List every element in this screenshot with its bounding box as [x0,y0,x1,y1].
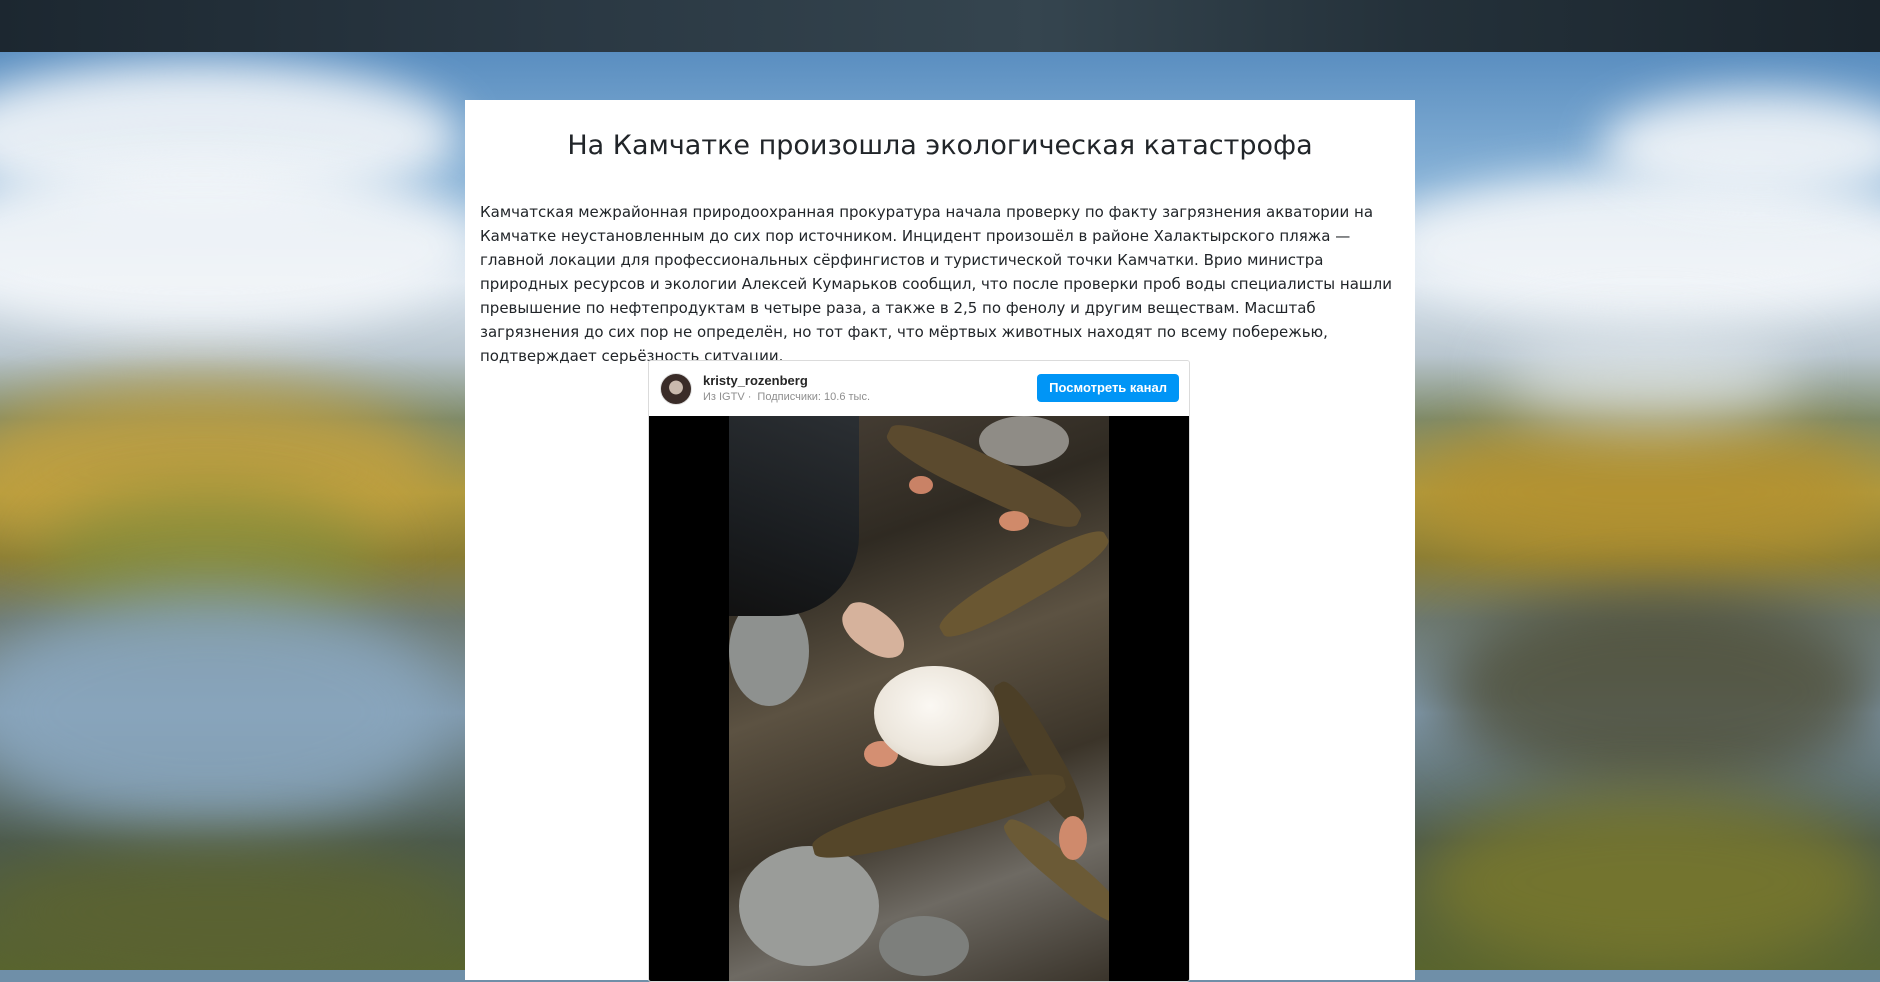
embed-source: Из IGTV · [703,391,752,403]
article-body: Камчатская межрайонная природоохранная п… [480,203,1392,365]
video-frame [729,416,1109,981]
article-card: На Камчатке произошла экологическая ката… [465,100,1415,982]
embed-header: kristy_rozenberg Из IGTV · Подписчики: 10… [649,361,1189,416]
embed-username[interactable]: kristy_rozenberg [703,373,808,388]
avatar[interactable] [660,373,692,405]
article-title: На Камчатке произошла экологическая ката… [567,130,1313,161]
top-banner [0,0,1880,52]
embed-subscribers: Подписчики: 10.6 тыс. [757,391,870,403]
embed-meta: Из IGTV · Подписчики: 10.6 тыс. [703,391,876,403]
video-player[interactable] [649,416,1189,981]
instagram-embed: kristy_rozenberg Из IGTV · Подписчики: 10… [648,360,1190,982]
view-channel-button[interactable]: Посмотреть канал [1037,374,1179,402]
